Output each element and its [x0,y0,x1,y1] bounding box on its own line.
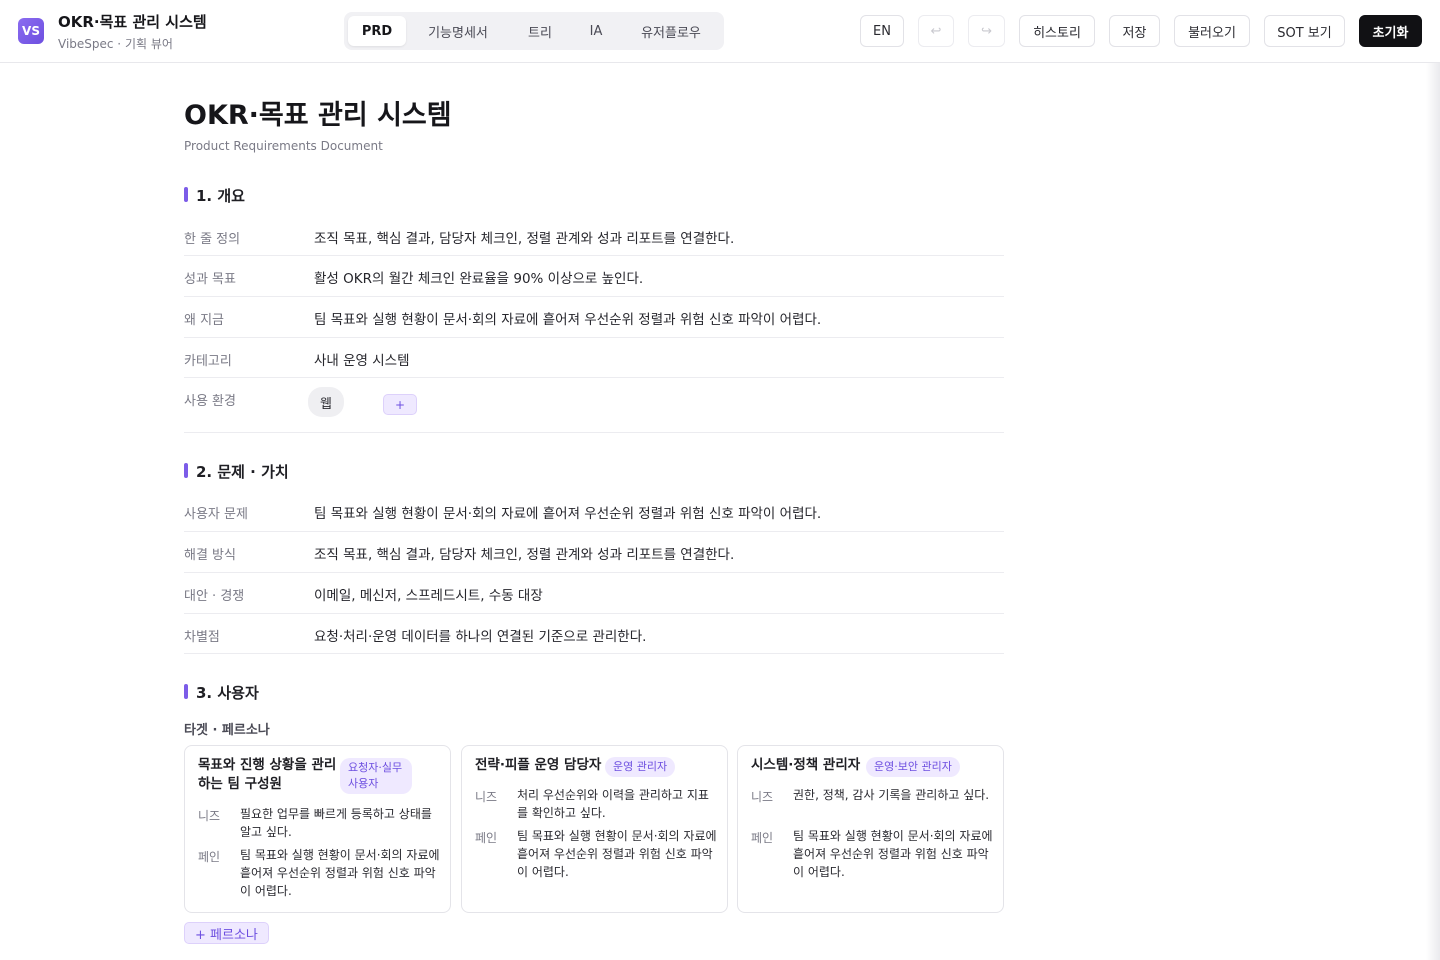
row-key: 사용자 문제 [184,507,248,522]
row-key: 해결 방식 [184,548,236,563]
scroll-edge-shadow [1426,63,1440,960]
row-key: 대안 · 경쟁 [184,589,245,604]
row-value[interactable]: 요청·처리·운영 데이터를 하나의 연결된 기준으로 관리한다. [314,625,646,645]
row-key: 왜 지금 [184,313,225,328]
row-value[interactable]: 팀 목표와 실행 현황이 문서·회의 자료에 흩어져 우선순위 정렬과 위험 신… [314,502,821,522]
persona-title: 전략·피플 운영 담당자 [475,757,602,773]
persona-needs: 처리 우선순위와 이력을 관리하고 지표를 확인하고 싶다. [517,788,709,820]
persona-role-badge: 요청자·실무 사용자 [340,758,412,794]
persona-needs: 필요한 업무를 빠르게 등록하고 상태를 알고 싶다. [240,807,432,839]
row-key: 카테고리 [184,354,232,369]
load-button[interactable]: 불러오기 [1174,15,1250,47]
app-logo: VS [18,18,44,44]
section-heading-problem-value: 2. 문제 · 가치 [184,461,289,482]
language-toggle-button[interactable]: EN [860,15,904,47]
save-button[interactable]: 저장 [1109,15,1160,47]
sot-view-button[interactable]: SOT 보기 [1264,15,1345,47]
add-environment-button[interactable]: + [383,394,417,415]
persona-needs-label: 니즈 [751,790,774,804]
tab-tree[interactable]: 트리 [510,16,570,46]
redo-icon[interactable]: ↪ [968,15,1005,47]
problem-row-differentiator: 차별점 요청·처리·운영 데이터를 하나의 연결된 기준으로 관리한다. [184,614,1004,654]
add-persona-button[interactable]: + 페르소나 [184,922,269,944]
row-key: 한 줄 정의 [184,232,241,247]
persona-title: 목표와 진행 상황을 관리하는 팀 구성원 [198,757,337,792]
persona-pain: 팀 목표와 실행 현황이 문서·회의 자료에 흩어져 우선순위 정렬과 위험 신… [517,829,717,879]
persona-needs-label: 니즈 [475,790,498,804]
overview-row-environment: 사용 환경 웹 + [184,378,1004,433]
overview-row-definition: 한 줄 정의 조직 목표, 핵심 결과, 담당자 체크인, 정렬 관계와 성과 … [184,216,1004,256]
row-key: 차별점 [184,630,220,645]
persona-pain: 팀 목표와 실행 현황이 문서·회의 자료에 흩어져 우선순위 정렬과 위험 신… [793,829,993,879]
reset-button[interactable]: 초기화 [1359,15,1422,47]
persona-card[interactable]: 목표와 진행 상황을 관리하는 팀 구성원 요청자·실무 사용자 니즈 필요한 … [184,745,451,913]
section-heading-users: 3. 사용자 [184,682,259,703]
top-bar: VS OKR·목표 관리 시스템 VibeSpec · 기획 뷰어 PRD 기능… [0,0,1440,63]
history-button[interactable]: 히스토리 [1019,15,1095,47]
undo-icon[interactable]: ↩ [918,15,954,47]
row-key: 사용 환경 [184,394,236,409]
persona-subheading: 타겟 · 페르소나 [184,723,270,738]
persona-pain-label: 페인 [751,831,774,845]
overview-row-why-now: 왜 지금 팀 목표와 실행 현황이 문서·회의 자료에 흩어져 우선순위 정렬과… [184,297,1004,338]
persona-card[interactable]: 전략·피플 운영 담당자 운영 관리자 니즈 처리 우선순위와 이력을 관리하고… [461,745,728,913]
row-value[interactable]: 사내 운영 시스템 [314,349,410,369]
row-value[interactable]: 이메일, 메신저, 스프레드시트, 수동 대장 [314,584,543,604]
doc-subtitle: Product Requirements Document [184,139,383,153]
section-heading-overview: 1. 개요 [184,185,245,206]
tab-ia[interactable]: IA [574,16,618,46]
row-value[interactable]: 조직 목표, 핵심 결과, 담당자 체크인, 정렬 관계와 성과 리포트를 연결… [314,543,734,563]
persona-pain-label: 페인 [475,831,498,845]
problem-row-alternatives: 대안 · 경쟁 이메일, 메신저, 스프레드시트, 수동 대장 [184,573,1004,614]
persona-title: 시스템·정책 관리자 [751,757,861,773]
environment-chip-web[interactable]: 웹 [308,387,344,417]
overview-row-goal: 성과 목표 활성 OKR의 월간 체크인 완료율을 90% 이상으로 높인다. [184,256,1004,297]
persona-role-badge: 운영 관리자 [605,757,676,777]
persona-role-badge: 운영·보안 관리자 [866,757,960,777]
doc-title: OKR·목표 관리 시스템 [184,100,452,131]
persona-pain: 팀 목표와 실행 현황이 문서·회의 자료에 흩어져 우선순위 정렬과 위험 신… [240,848,440,898]
view-tabs: PRD 기능명세서 트리 IA 유저플로우 [344,12,724,50]
row-key: 성과 목표 [184,272,236,287]
persona-needs: 권한, 정책, 감사 기록을 관리하고 싶다. [793,788,990,802]
overview-row-category: 카테고리 사내 운영 시스템 [184,338,1004,378]
tab-user-flow[interactable]: 유저플로우 [622,16,720,46]
problem-row-user-problem: 사용자 문제 팀 목표와 실행 현황이 문서·회의 자료에 흩어져 우선순위 정… [184,491,1004,532]
app-subtitle: VibeSpec · 기획 뷰어 [58,37,173,51]
persona-card[interactable]: 시스템·정책 관리자 운영·보안 관리자 니즈 권한, 정책, 감사 기록을 관… [737,745,1004,913]
app-title: OKR·목표 관리 시스템 [58,13,207,31]
row-value[interactable]: 팀 목표와 실행 현황이 문서·회의 자료에 흩어져 우선순위 정렬과 위험 신… [314,308,821,328]
tab-feature-spec[interactable]: 기능명세서 [410,16,506,46]
persona-pain-label: 페인 [198,850,221,864]
row-value[interactable]: 활성 OKR의 월간 체크인 완료율을 90% 이상으로 높인다. [314,267,643,287]
problem-row-solution: 해결 방식 조직 목표, 핵심 결과, 담당자 체크인, 정렬 관계와 성과 리… [184,532,1004,573]
tab-prd[interactable]: PRD [348,16,406,46]
row-value[interactable]: 조직 목표, 핵심 결과, 담당자 체크인, 정렬 관계와 성과 리포트를 연결… [314,227,734,247]
persona-needs-label: 니즈 [198,809,221,823]
